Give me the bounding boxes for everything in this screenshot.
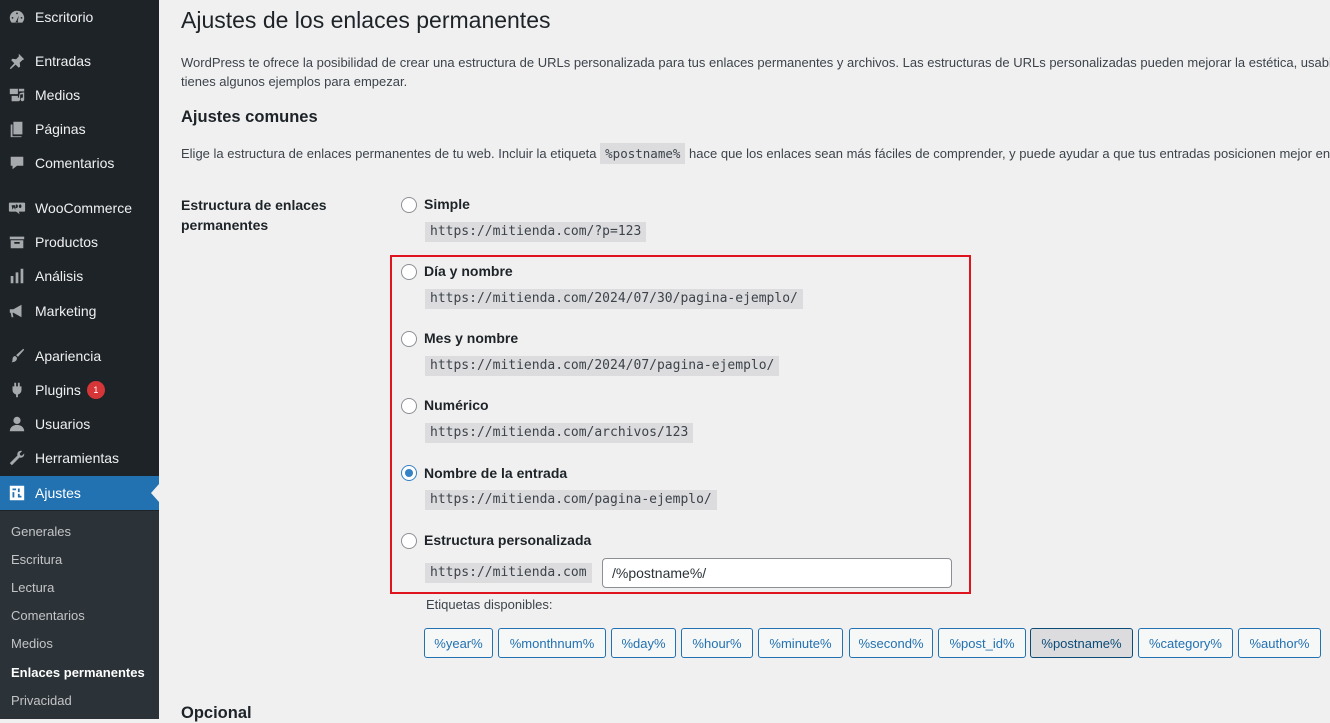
option-label-simple[interactable]: Simple xyxy=(424,196,470,212)
intro-text-line-1: WordPress te ofrece la posibilidad de cr… xyxy=(181,55,1330,70)
postname-tag-code: %postname% xyxy=(600,143,686,164)
submenu-item-privacidad[interactable]: Privacidad xyxy=(11,692,72,710)
option-label-nombre-de-la-entrada[interactable]: Nombre de la entrada xyxy=(424,465,567,481)
tag-button-postname[interactable]: %postname% xyxy=(1030,628,1133,658)
submenu-item-medios[interactable]: Medios xyxy=(11,635,53,653)
example-url-nombre-de-la-entrada: https://mitienda.com/pagina-ejemplo/ xyxy=(425,490,717,510)
tag-button-hour[interactable]: %hour% xyxy=(681,628,753,658)
update-count-badge: 1 xyxy=(86,381,105,399)
example-url-simple: https://mitienda.com/?p=123 xyxy=(425,222,647,242)
sidebar-item-label: Productos xyxy=(35,234,99,250)
submenu-item-enlaces-permanentes[interactable]: Enlaces permanentes xyxy=(11,664,145,682)
plugin-icon xyxy=(7,380,27,400)
sidebar-item-analisis[interactable]: Análisis xyxy=(0,259,159,293)
pages-icon xyxy=(7,119,27,139)
sidebar-item-escritorio[interactable]: Escritorio xyxy=(0,0,159,34)
submenu-item-comentarios[interactable]: Comentarios xyxy=(11,607,85,625)
sidebar-item-label: Escritorio xyxy=(35,9,94,25)
sidebar-item-entradas[interactable]: Entradas xyxy=(0,44,159,78)
sidebar-item-apariencia[interactable]: Apariencia xyxy=(0,339,159,373)
dashboard-icon xyxy=(7,7,27,27)
main-content: Ajustes de los enlaces permanentes WordP… xyxy=(159,0,1330,722)
example-url-numerico: https://mitienda.com/archivos/123 xyxy=(425,423,694,443)
sidebar-item-marketing[interactable]: Marketing xyxy=(0,294,159,328)
tag-button-post-id[interactable]: %post_id% xyxy=(938,628,1026,658)
sidebar-item-label: Ajustes xyxy=(35,485,81,501)
comments-icon xyxy=(7,153,27,173)
media-icon xyxy=(7,85,27,105)
radio-nombre-de-la-entrada[interactable] xyxy=(401,465,417,481)
sidebar-item-medios[interactable]: Medios xyxy=(0,78,159,112)
settings-submenu: Generales Escritura Lectura Comentarios … xyxy=(0,511,159,719)
tag-button-day[interactable]: %day% xyxy=(611,628,676,658)
sidebar-item-label: Páginas xyxy=(35,121,86,137)
example-url-mes-y-nombre: https://mitienda.com/2024/07/pagina-ejem… xyxy=(425,356,780,376)
section-description-before: Elige la estructura de enlaces permanent… xyxy=(181,146,597,161)
sidebar-item-label: Entradas xyxy=(35,53,92,69)
pin-icon xyxy=(7,51,27,71)
sidebar-item-label: Plugins xyxy=(35,382,81,398)
tag-button-year[interactable]: %year% xyxy=(424,628,493,658)
tag-button-second[interactable]: %second% xyxy=(849,628,933,658)
submenu-item-generales[interactable]: Generales xyxy=(11,523,71,541)
chart-bar-icon xyxy=(7,266,27,286)
sidebar-item-herramientas[interactable]: Herramientas xyxy=(0,441,159,475)
sidebar-item-ajustes[interactable]: Ajustes xyxy=(0,476,159,510)
tag-button-monthnum[interactable]: %monthnum% xyxy=(498,628,606,658)
users-icon xyxy=(7,414,27,434)
page-title: Ajustes de los enlaces permanentes xyxy=(181,7,551,33)
sidebar-item-paginas[interactable]: Páginas xyxy=(0,112,159,146)
radio-dia-y-nombre[interactable] xyxy=(401,264,417,280)
permalink-structure-label: Estructura de enlaces permanentes xyxy=(181,197,327,233)
wrench-icon xyxy=(7,448,27,468)
submenu-item-lectura[interactable]: Lectura xyxy=(11,579,54,597)
sidebar-item-label: Análisis xyxy=(35,268,84,284)
brush-icon xyxy=(7,346,27,366)
radio-estructura-personalizada[interactable] xyxy=(401,533,417,549)
sidebar-item-label: Medios xyxy=(35,87,81,103)
option-label-mes-y-nombre[interactable]: Mes y nombre xyxy=(424,330,518,346)
sidebar-item-woocommerce[interactable]: WooCommerce xyxy=(0,191,159,225)
tag-button-category[interactable]: %category% xyxy=(1138,628,1233,658)
radio-numerico[interactable] xyxy=(401,398,417,414)
section-description-after: hace que los enlaces sean más fáciles de… xyxy=(689,146,1330,161)
sidebar-item-label: Apariencia xyxy=(35,348,102,364)
admin-sidebar: Escritorio Entradas Medios Páginas Comen… xyxy=(0,0,159,719)
products-icon xyxy=(7,232,27,252)
radio-simple[interactable] xyxy=(401,197,417,213)
sidebar-item-label: WooCommerce xyxy=(35,200,132,216)
sidebar-item-plugins[interactable]: Plugins 1 xyxy=(0,373,159,407)
submenu-item-escritura[interactable]: Escritura xyxy=(11,551,62,569)
tag-button-author[interactable]: %author% xyxy=(1238,628,1321,658)
sidebar-item-productos[interactable]: Productos xyxy=(0,225,159,259)
option-label-numerico[interactable]: Numérico xyxy=(424,397,489,413)
sidebar-item-label: Usuarios xyxy=(35,416,91,432)
sidebar-item-comentarios[interactable]: Comentarios xyxy=(0,146,159,180)
sidebar-item-label: Comentarios xyxy=(35,155,115,171)
intro-text-line-2: tienes algunos ejemplos para empezar. xyxy=(181,74,408,89)
section-title: Ajustes comunes xyxy=(181,108,318,126)
radio-mes-y-nombre[interactable] xyxy=(401,331,417,347)
optional-section-title: Opcional xyxy=(181,704,252,722)
settings-icon xyxy=(7,483,27,503)
available-tags-label: Etiquetas disponibles: xyxy=(426,597,553,612)
megaphone-icon xyxy=(7,301,27,321)
example-url-dia-y-nombre: https://mitienda.com/2024/07/30/pagina-e… xyxy=(425,289,803,309)
sidebar-item-label: Herramientas xyxy=(35,450,120,466)
woo-icon xyxy=(7,198,27,218)
sidebar-item-label: Marketing xyxy=(35,303,97,319)
option-label-estructura-personalizada[interactable]: Estructura personalizada xyxy=(424,532,591,548)
custom-structure-input[interactable] xyxy=(602,558,952,588)
sidebar-item-usuarios[interactable]: Usuarios xyxy=(0,407,159,441)
option-label-dia-y-nombre[interactable]: Día y nombre xyxy=(424,263,513,279)
tag-button-minute[interactable]: %minute% xyxy=(758,628,843,658)
custom-structure-base-url: https://mitienda.com xyxy=(425,563,592,583)
section-description: Elige la estructura de enlaces permanent… xyxy=(181,143,1330,164)
